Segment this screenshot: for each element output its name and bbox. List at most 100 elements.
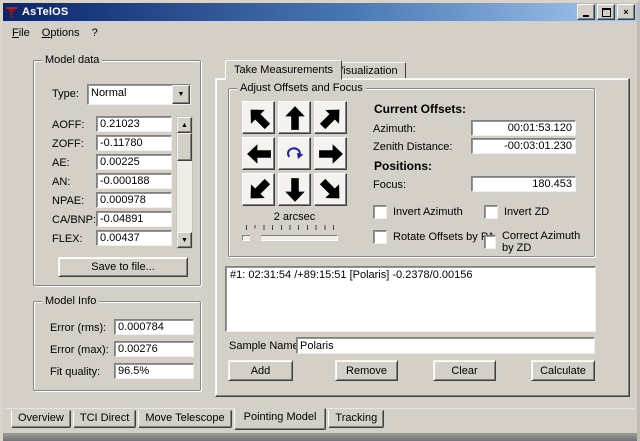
menu-item-help[interactable]: ? bbox=[86, 25, 104, 41]
checkbox-label: Rotate Offsets by PA bbox=[393, 231, 495, 243]
checkbox-icon[interactable] bbox=[373, 205, 387, 219]
param-label: NPAE: bbox=[52, 195, 84, 207]
menu-item-options[interactable]: Options bbox=[36, 25, 86, 41]
scrollbar-thumb[interactable] bbox=[177, 133, 192, 161]
param-input-ae[interactable] bbox=[96, 154, 172, 170]
minimize-button[interactable] bbox=[577, 4, 595, 20]
param-label: AOFF: bbox=[52, 119, 84, 131]
checkbox-label: Invert Azimuth bbox=[393, 206, 463, 218]
param-input-zoff[interactable] bbox=[96, 135, 172, 151]
application-window: AsTelOS × File Options ? Model data Type… bbox=[0, 0, 640, 441]
fit-quality-input[interactable] bbox=[114, 363, 194, 379]
rotate-arrow-icon bbox=[284, 143, 306, 165]
nudge-up-button[interactable] bbox=[278, 101, 311, 134]
model-data-group: Model data Type: Normal ▼ AOFF: ZOFF: AE… bbox=[33, 60, 201, 286]
param-input-aoff[interactable] bbox=[96, 116, 172, 132]
param-label: AE: bbox=[52, 157, 70, 169]
checkbox-invert-azimuth[interactable]: Invert Azimuth bbox=[373, 205, 463, 219]
checkbox-correct-azimuth-by-zd[interactable]: Correct Azimuth by ZD bbox=[484, 230, 594, 254]
measurements-listbox[interactable]: #1: 02:31:54 /+89:15:51 [Polaris] -0.237… bbox=[225, 266, 596, 332]
checkbox-invert-zd[interactable]: Invert ZD bbox=[484, 205, 549, 219]
checkbox-label: Correct Azimuth by ZD bbox=[502, 230, 594, 254]
clear-button[interactable]: Clear bbox=[433, 360, 496, 381]
sample-name-label: Sample Name: bbox=[229, 340, 302, 352]
arrow-left-icon bbox=[246, 141, 272, 167]
title-bar[interactable]: AsTelOS × bbox=[3, 3, 637, 21]
error-rms-label: Error (rms): bbox=[50, 322, 106, 334]
close-icon: × bbox=[623, 7, 628, 17]
param-label: FLEX: bbox=[52, 233, 83, 245]
window-title: AsTelOS bbox=[22, 6, 68, 18]
scroll-up-icon[interactable]: ▲ bbox=[177, 117, 192, 133]
nudge-up-left-button[interactable] bbox=[242, 101, 275, 134]
param-input-npae[interactable] bbox=[96, 192, 172, 208]
checkbox-icon[interactable] bbox=[484, 205, 498, 219]
azimuth-input[interactable] bbox=[471, 120, 576, 136]
zenith-distance-label: Zenith Distance: bbox=[373, 141, 452, 153]
param-input-cabnp[interactable] bbox=[96, 211, 172, 227]
type-label: Type: bbox=[52, 88, 79, 100]
nudge-up-right-button[interactable] bbox=[314, 101, 347, 134]
minimize-icon bbox=[583, 15, 589, 17]
error-rms-input[interactable] bbox=[114, 319, 194, 335]
save-to-file-button[interactable]: Save to file... bbox=[58, 257, 188, 277]
type-combobox-value: Normal bbox=[88, 85, 172, 104]
remove-button[interactable]: Remove bbox=[335, 360, 398, 381]
app-icon bbox=[5, 6, 18, 19]
focus-label: Focus: bbox=[373, 179, 406, 191]
type-combobox[interactable]: Normal ▼ bbox=[87, 84, 191, 105]
slider-thumb[interactable] bbox=[250, 228, 261, 246]
rotate-reset-button[interactable] bbox=[278, 137, 311, 170]
param-input-flex[interactable] bbox=[96, 230, 172, 246]
step-slider[interactable] bbox=[242, 225, 338, 249]
arrow-right-icon bbox=[318, 141, 344, 167]
checkbox-icon[interactable] bbox=[484, 235, 496, 249]
nudge-down-right-button[interactable] bbox=[314, 173, 347, 206]
checkbox-label: Invert ZD bbox=[504, 206, 549, 218]
measurement-item[interactable]: #1: 02:31:54 /+89:15:51 [Polaris] -0.237… bbox=[226, 267, 595, 283]
param-label: ZOFF: bbox=[52, 138, 84, 150]
nudge-down-button[interactable] bbox=[278, 173, 311, 206]
positions-heading: Positions: bbox=[374, 159, 432, 173]
calculate-button[interactable]: Calculate bbox=[531, 360, 595, 381]
arrow-up-right-icon bbox=[312, 99, 349, 136]
menu-bar: File Options ? bbox=[6, 24, 634, 42]
bottom-tab-move-telescope[interactable]: Move Telescope bbox=[138, 410, 231, 428]
fit-quality-label: Fit quality: bbox=[50, 366, 100, 378]
maximize-icon bbox=[602, 8, 611, 17]
tab-take-measurements[interactable]: Take Measurements bbox=[225, 60, 342, 80]
arrow-down-icon bbox=[282, 177, 308, 203]
nudge-down-left-button[interactable] bbox=[242, 173, 275, 206]
nudge-left-button[interactable] bbox=[242, 137, 275, 170]
checkbox-rotate-offsets-by-pa[interactable]: Rotate Offsets by PA bbox=[373, 230, 495, 244]
scroll-down-icon[interactable]: ▼ bbox=[177, 232, 192, 248]
nudge-pad bbox=[242, 101, 347, 206]
bottom-tab-pointing-model[interactable]: Pointing Model bbox=[234, 408, 327, 430]
bottom-tab-tci-direct[interactable]: TCI Direct bbox=[73, 410, 137, 428]
error-max-label: Error (max): bbox=[50, 344, 109, 356]
sample-name-input[interactable] bbox=[296, 337, 595, 354]
checkbox-icon[interactable] bbox=[373, 230, 387, 244]
focus-input[interactable] bbox=[471, 176, 576, 192]
nudge-right-button[interactable] bbox=[314, 137, 347, 170]
chevron-down-icon[interactable]: ▼ bbox=[172, 85, 190, 104]
bottom-tab-tracking[interactable]: Tracking bbox=[328, 410, 384, 428]
close-button[interactable]: × bbox=[617, 4, 635, 20]
current-offsets-heading: Current Offsets: bbox=[374, 102, 466, 116]
bottom-tab-overview[interactable]: Overview bbox=[11, 410, 71, 428]
arrow-up-left-icon bbox=[240, 99, 277, 136]
azimuth-label: Azimuth: bbox=[373, 123, 416, 135]
maximize-button[interactable] bbox=[597, 4, 615, 20]
zenith-distance-input[interactable] bbox=[471, 138, 576, 154]
arrow-down-left-icon bbox=[240, 171, 277, 208]
bottom-tab-bar: Overview TCI Direct Move Telescope Point… bbox=[11, 410, 384, 430]
params-scrollbar[interactable]: ▲ ▼ bbox=[176, 116, 193, 249]
adjust-offsets-legend: Adjust Offsets and Focus bbox=[237, 82, 366, 94]
scrollbar-track[interactable] bbox=[177, 161, 192, 232]
arrow-down-right-icon bbox=[312, 171, 349, 208]
menu-item-file[interactable]: File bbox=[6, 25, 36, 41]
arrow-up-icon bbox=[282, 105, 308, 131]
add-button[interactable]: Add bbox=[228, 360, 293, 381]
error-max-input[interactable] bbox=[114, 341, 194, 357]
param-input-an[interactable] bbox=[96, 173, 172, 189]
